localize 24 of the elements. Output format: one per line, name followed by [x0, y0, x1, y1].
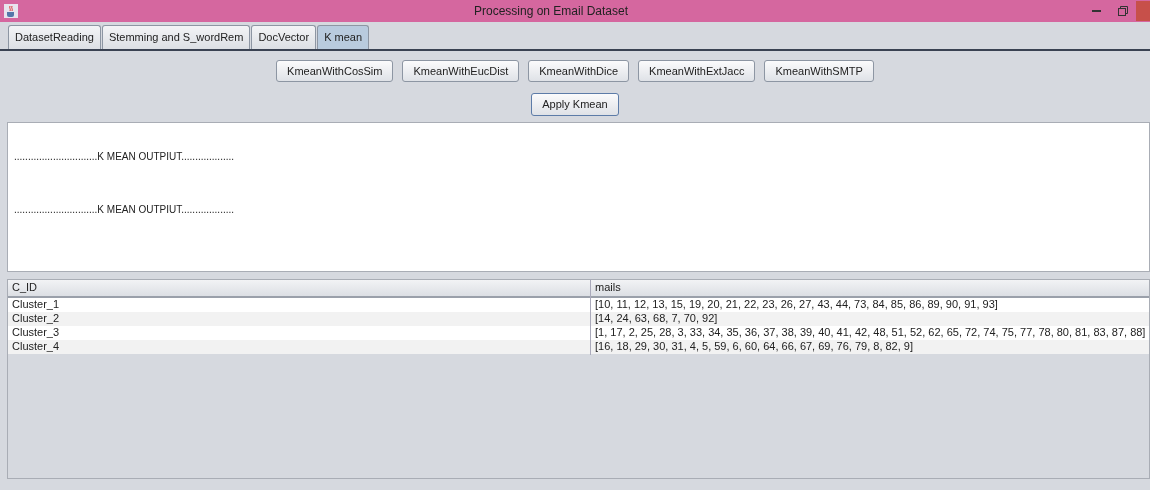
method-button[interactable]: KmeanWithDice — [528, 59, 630, 82]
minimize-icon — [1092, 9, 1102, 13]
method-button[interactable]: KmeanWithSMTP — [764, 59, 874, 82]
method-button[interactable]: KmeanWithCosSim — [276, 59, 394, 82]
output-text-area[interactable]: ..............................K MEAN OUTPIUT................... ..............................K MEAN OUTPIUT................... — [7, 121, 1150, 272]
column-header[interactable]: C_ID — [8, 279, 591, 296]
column-header[interactable]: mails — [591, 279, 621, 296]
method-button[interactable]: KmeanWithEucDist — [402, 59, 520, 82]
output-line: ..............................K MEAN OUTPIUT................... — [13, 149, 236, 164]
table-cell-text: [10, 11, 12, 13, 15, 19, 20, 21, 22, 23, 26, 27, 43, 44, 73, 84, 85, 86, 89, 90, 91, 93] — [594, 297, 998, 313]
java-cup-icon — [4, 4, 18, 18]
restore-icon — [1118, 6, 1128, 16]
table-cell-text: [1, 17, 2, 25, 28, 3, 33, 34, 35, 36, 37, 38, 39, 40, 41, 42, 48, 51, 52, 62, 65, 72, 74, 75, 77, 78, 80, 81, 83, 87, 88] — [594, 325, 1146, 341]
tab[interactable]: DocVector — [251, 25, 317, 49]
tab[interactable]: K mean — [317, 25, 370, 49]
method-button[interactable]: KmeanWithExtJacc — [638, 59, 756, 82]
table-cell-text: [14, 24, 63, 68, 7, 70, 92] — [594, 311, 718, 327]
tab[interactable]: DatasetReading — [8, 25, 101, 49]
table-cell-text: [16, 18, 29, 30, 31, 4, 5, 59, 6, 60, 64, 66, 67, 69, 76, 79, 8, 82, 9] — [594, 339, 914, 355]
apply-button[interactable]: Apply Kmean — [531, 93, 619, 116]
window-title: Processing on Email Dataset — [472, 3, 630, 20]
output-line: ..............................K MEAN OUTPIUT................... — [13, 202, 236, 217]
tab[interactable]: Stemming and S_wordRem — [101, 25, 251, 49]
table-cell: Cluster_4 — [8, 338, 591, 355]
